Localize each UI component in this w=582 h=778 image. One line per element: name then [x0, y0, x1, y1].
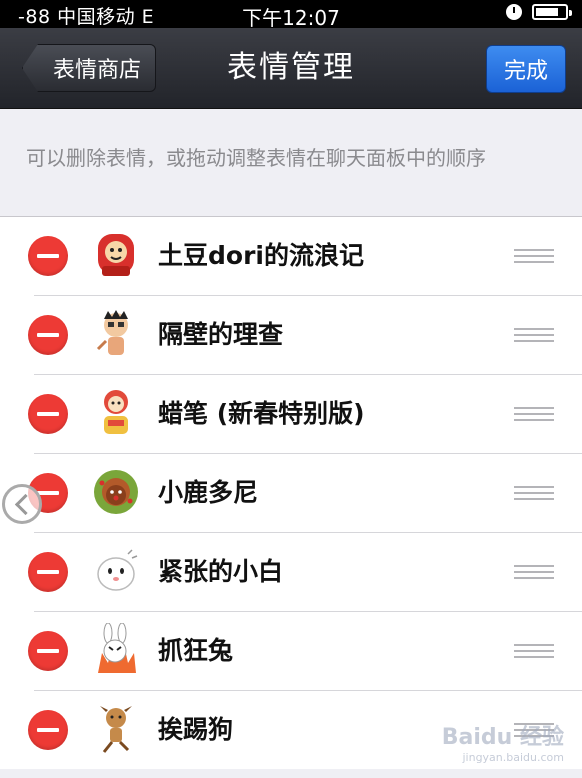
back-button[interactable]: 表情商店 [22, 44, 157, 92]
watermark: Baidu 经验 jingyan.baidu.com [442, 719, 564, 764]
delete-icon[interactable] [28, 710, 68, 750]
potato-girl-icon [92, 228, 140, 282]
pack-name: 抓狂兔 [158, 636, 234, 665]
done-button[interactable]: 完成 [486, 45, 566, 93]
list-item: 抓狂兔 [28, 612, 582, 691]
list-item: 小鹿多尼 [28, 454, 582, 533]
kicked-dog-icon [92, 702, 140, 756]
pack-name: 挨踢狗 [158, 715, 234, 744]
status-icons [506, 4, 572, 20]
watermark-brand: Baidu 经验 [441, 725, 564, 750]
alarm-icon [506, 4, 522, 20]
list-item: 蜡笔 (新春特别版) [28, 375, 582, 454]
sticker-pack-list: 土豆dori的流浪记 隔壁的理查 蜡笔 (新春特别版) 小鹿多尼 紧张的小白 抓… [0, 216, 582, 769]
watermark-url: jingyan.baidu.com [462, 751, 564, 764]
pack-name: 隔壁的理查 [158, 320, 284, 349]
list-item: 紧张的小白 [28, 533, 582, 612]
status-bar: -88 中国移动 E 下午12:07 [0, 0, 582, 30]
delete-icon[interactable] [28, 631, 68, 671]
pack-name: 蜡笔 (新春特别版) [158, 399, 365, 428]
clock: 下午12:07 [242, 6, 340, 30]
delete-icon[interactable] [28, 394, 68, 434]
pack-name: 小鹿多尼 [158, 478, 259, 507]
pack-name: 紧张的小白 [158, 557, 284, 586]
navigation-bar: 表情管理 表情商店 完成 [0, 28, 582, 109]
crayon-lion-dance-icon [92, 386, 140, 440]
list-item: 隔壁的理查 [28, 296, 582, 375]
instruction-text: 可以删除表情，或拖动调整表情在聊天面板中的顺序 [26, 146, 486, 170]
richard-cartoon-icon [92, 307, 140, 361]
reorder-handle-icon[interactable] [514, 407, 554, 421]
reorder-handle-icon[interactable] [514, 249, 554, 263]
reorder-handle-icon[interactable] [514, 565, 554, 579]
white-blob-icon [92, 544, 140, 598]
delete-icon[interactable] [28, 236, 68, 276]
previous-arrow-icon[interactable] [2, 484, 42, 524]
reorder-handle-icon[interactable] [514, 486, 554, 500]
reorder-handle-icon[interactable] [514, 328, 554, 342]
delete-icon[interactable] [28, 315, 68, 355]
deer-wreath-icon [92, 465, 140, 519]
pack-name: 土豆dori的流浪记 [158, 241, 364, 270]
battery-icon [532, 4, 572, 20]
delete-icon[interactable] [28, 552, 68, 592]
angry-rabbit-icon [92, 623, 140, 677]
list-item: 土豆dori的流浪记 [28, 217, 582, 296]
reorder-handle-icon[interactable] [514, 644, 554, 658]
